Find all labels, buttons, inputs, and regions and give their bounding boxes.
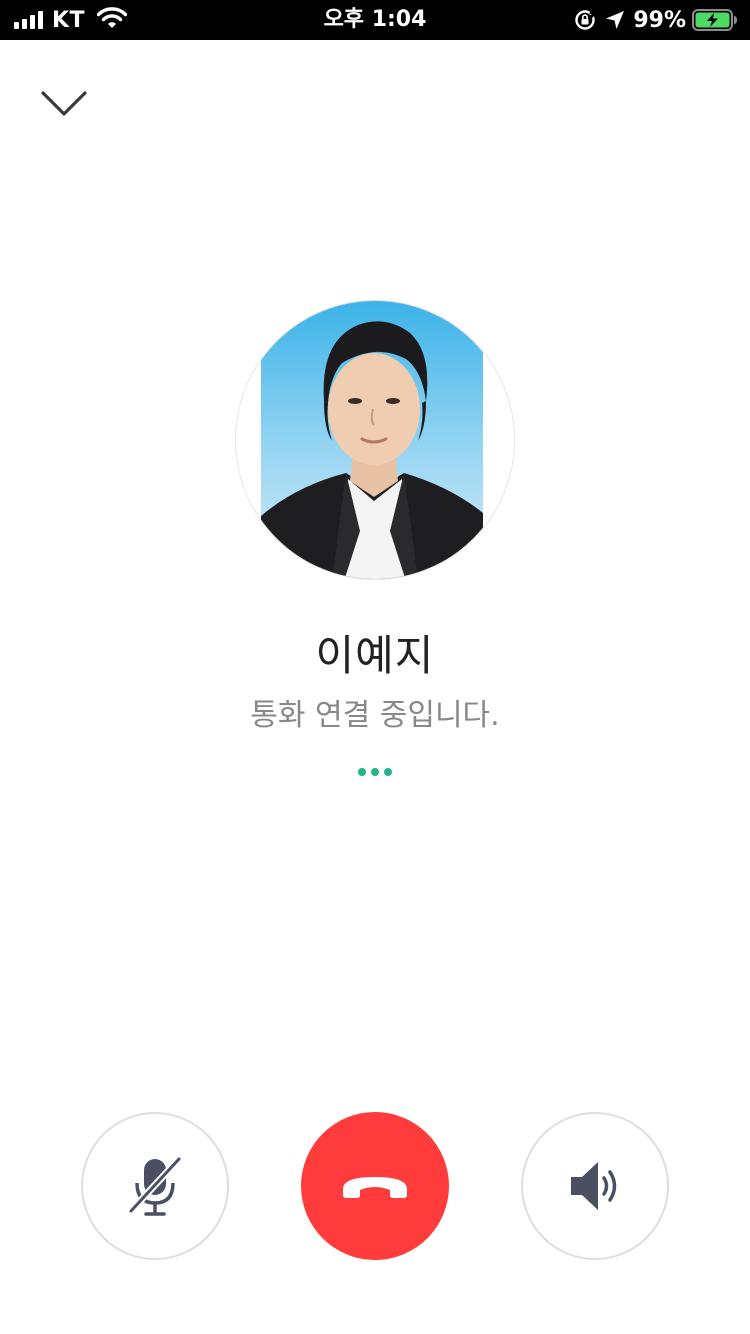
mute-button[interactable] bbox=[81, 1112, 229, 1260]
caller-name: 이예지 bbox=[315, 631, 435, 680]
status-bar-left: KT bbox=[14, 0, 128, 40]
battery-percent: 99% bbox=[633, 7, 686, 33]
orientation-lock-icon bbox=[574, 9, 597, 31]
collapse-button[interactable] bbox=[36, 80, 92, 128]
mic-off-icon bbox=[128, 1156, 182, 1216]
signal-icon bbox=[14, 11, 43, 29]
connecting-dots-icon bbox=[0, 768, 750, 776]
status-bar-right: 99% bbox=[565, 0, 738, 40]
wifi-icon bbox=[96, 7, 128, 33]
call-screen: KT 오후 1:04 99% 이예지 통화 연결 중입니다. bbox=[0, 0, 750, 1334]
phone-hangup-icon bbox=[343, 1177, 407, 1198]
battery-charging-icon bbox=[692, 9, 738, 31]
location-arrow-icon bbox=[605, 10, 625, 30]
speaker-button[interactable] bbox=[521, 1112, 669, 1260]
call-status-text: 통화 연결 중입니다. bbox=[250, 698, 500, 733]
carrier-label: KT bbox=[52, 7, 86, 33]
caller-avatar bbox=[235, 300, 515, 580]
chevron-down-icon bbox=[41, 91, 87, 116]
hangup-button[interactable] bbox=[301, 1112, 449, 1260]
status-bar: KT 오후 1:04 99% bbox=[0, 0, 750, 40]
speaker-icon bbox=[571, 1162, 617, 1210]
